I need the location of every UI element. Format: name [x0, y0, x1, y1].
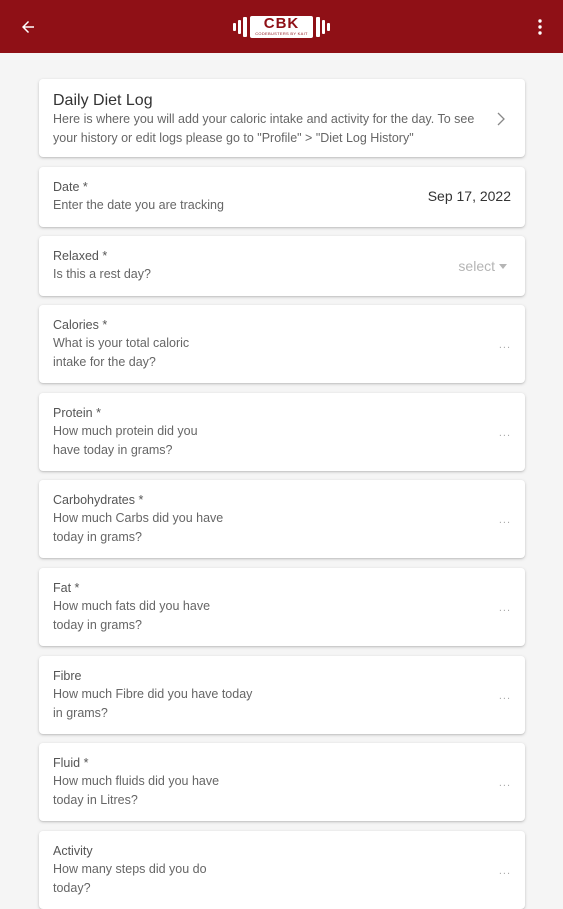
intro-title: Daily Diet Log: [53, 92, 153, 109]
fat-hint: How much fats did you have today in gram…: [53, 599, 211, 632]
fluid-label: Fluid *: [53, 756, 89, 770]
fluid-hint: How much fluids did you have today in Li…: [53, 774, 220, 807]
relaxed-select[interactable]: select: [458, 258, 507, 274]
arrow-left-icon: [22, 21, 34, 33]
calories-label: Calories *: [53, 318, 108, 332]
logo-tagline: CODEBUSTERS BY KAIT: [255, 31, 308, 36]
fluid-input[interactable]: ...: [499, 777, 511, 789]
carbohydrates-input[interactable]: ...: [499, 514, 511, 526]
activity-hint: How many steps did you do today?: [53, 862, 207, 895]
dumbbell-right-icon: [315, 16, 330, 37]
activity-label: Activity: [53, 844, 93, 858]
activity-input[interactable]: ...: [499, 865, 511, 877]
relaxed-select-value: select: [458, 258, 495, 274]
protein-field: Protein * How much protein did you have …: [39, 393, 525, 471]
protein-hint: How much protein did you have today in g…: [53, 424, 198, 457]
relaxed-label: Relaxed *: [53, 249, 108, 263]
date-field[interactable]: Date * Enter the date you are tracking S…: [39, 167, 525, 227]
logo-brand: CBK: [263, 15, 300, 32]
fat-input[interactable]: ...: [499, 602, 511, 614]
calories-hint: What is your total caloric intake for th…: [53, 336, 190, 369]
fat-field: Fat * How much fats did you have today i…: [39, 568, 525, 646]
logo-box: CBK CODEBUSTERS BY KAIT: [250, 15, 313, 38]
fibre-field: Fibre How much Fibre did you have today …: [39, 656, 525, 734]
date-hint: Enter the date you are tracking: [53, 198, 224, 212]
fat-label: Fat *: [53, 581, 80, 595]
more-vert-icon: [538, 19, 542, 35]
fibre-hint: How much Fibre did you have today in gra…: [53, 687, 253, 720]
fibre-input[interactable]: ...: [499, 690, 511, 702]
relaxed-hint: Is this a rest day?: [53, 267, 151, 281]
intro-description: Here is where you will add your caloric …: [53, 112, 475, 145]
activity-field: Activity How many steps did you do today…: [39, 831, 525, 909]
carbohydrates-hint: How much Carbs did you have today in gra…: [53, 511, 224, 544]
relaxed-field: Relaxed * Is this a rest day? select: [39, 236, 525, 296]
calories-field: Calories * What is your total caloric in…: [39, 305, 525, 383]
dropdown-caret-icon: [499, 263, 507, 269]
carbohydrates-label: Carbohydrates *: [53, 493, 144, 507]
diet-log-intro-card[interactable]: Daily Diet Log Here is where you will ad…: [39, 79, 525, 157]
cbk-logo: CBK CODEBUSTERS BY KAIT: [233, 14, 330, 40]
fluid-field: Fluid * How much fluids did you have tod…: [39, 743, 525, 821]
calories-input[interactable]: ...: [499, 339, 511, 351]
more-options-button[interactable]: [531, 13, 549, 41]
back-button[interactable]: [14, 13, 42, 41]
dumbbell-left-icon: [233, 16, 248, 37]
chevron-right-icon: [497, 112, 505, 126]
protein-input[interactable]: ...: [499, 427, 511, 439]
date-value[interactable]: Sep 17, 2022: [428, 188, 511, 204]
protein-label: Protein *: [53, 406, 101, 420]
fibre-label: Fibre: [53, 669, 82, 683]
app-bar: CBK CODEBUSTERS BY KAIT: [0, 0, 563, 53]
date-label: Date *: [53, 180, 88, 194]
carbohydrates-field: Carbohydrates * How much Carbs did you h…: [39, 480, 525, 558]
